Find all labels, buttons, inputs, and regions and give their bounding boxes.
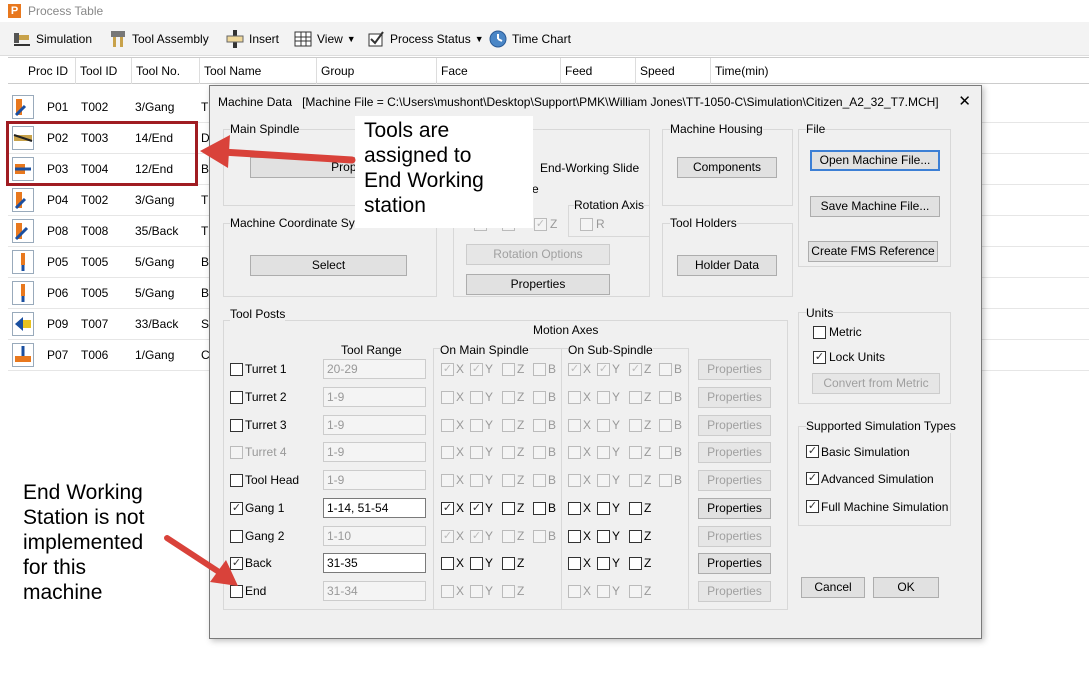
annotation-arrows [164,135,356,586]
